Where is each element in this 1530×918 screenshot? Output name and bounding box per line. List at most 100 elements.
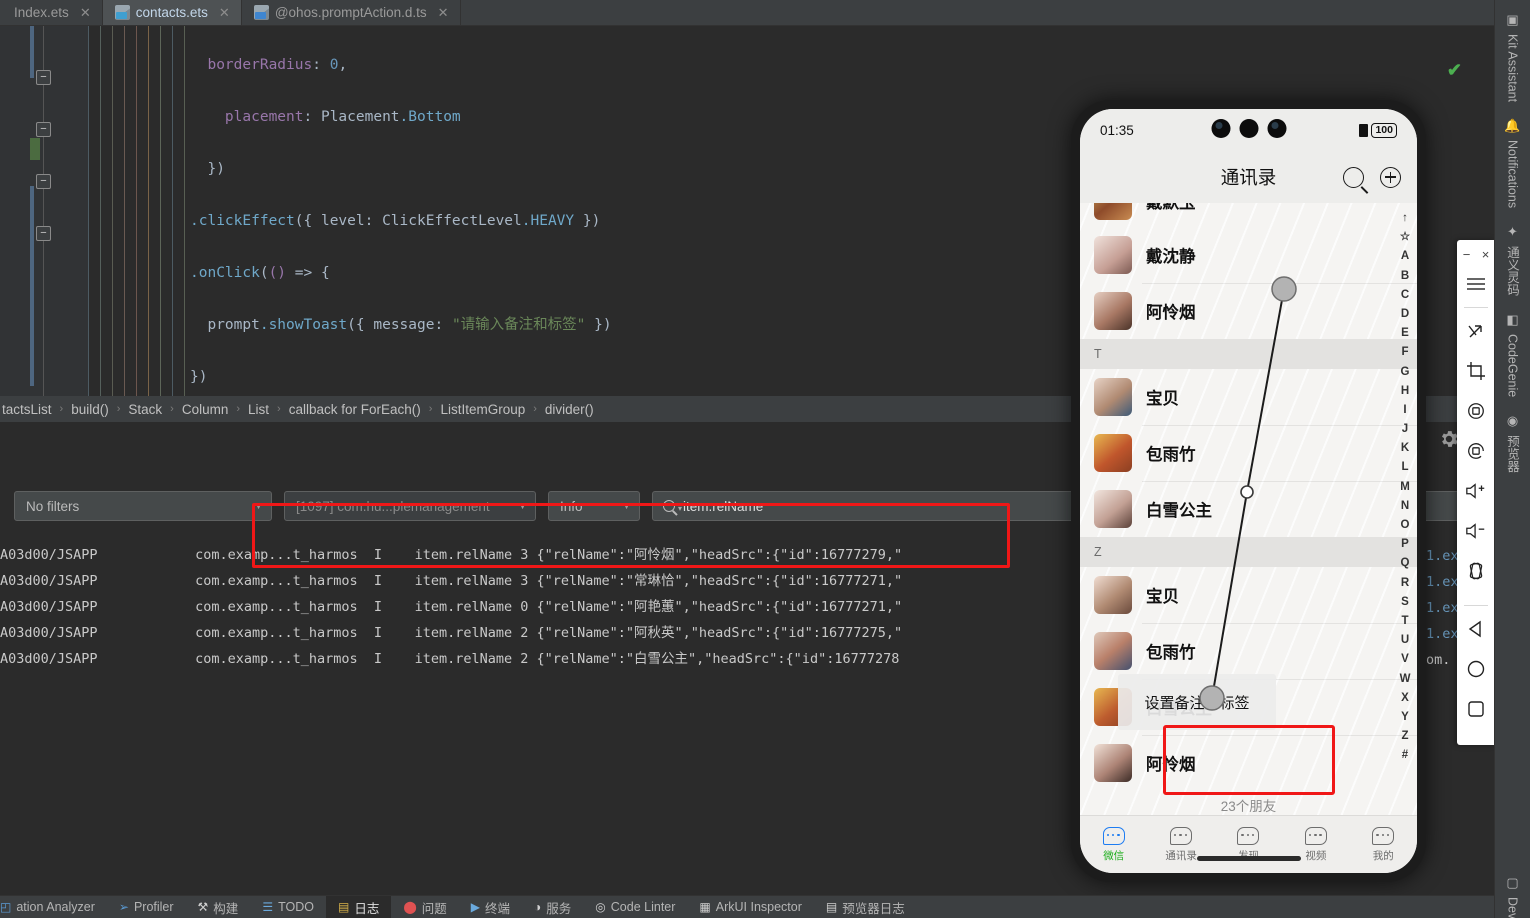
breadcrumb-item[interactable]: callback for ForEach() bbox=[287, 402, 423, 417]
inspector-pointer-icon[interactable] bbox=[1461, 311, 1491, 351]
fold-toggle-icon[interactable]: − bbox=[36, 226, 51, 241]
close-icon[interactable]: ✕ bbox=[436, 5, 451, 20]
bottom-tab-code-linter[interactable]: ◎ Code Linter bbox=[583, 896, 687, 918]
alpha-item[interactable]: P bbox=[1401, 535, 1409, 554]
alpha-item[interactable]: K bbox=[1401, 439, 1409, 458]
alpha-item[interactable]: Z bbox=[1401, 727, 1408, 746]
alpha-item[interactable]: A bbox=[1401, 247, 1409, 266]
bottom-tab-analyzer[interactable]: ◰ ation Analyzer bbox=[0, 896, 107, 918]
alpha-item[interactable]: V bbox=[1401, 650, 1409, 669]
alpha-item[interactable]: G bbox=[1401, 363, 1410, 382]
close-button[interactable]: × bbox=[1482, 247, 1490, 262]
filters-label: No filters bbox=[26, 498, 80, 514]
tab-promptaction-dts[interactable]: @ohos.promptAction.d.ts ✕ bbox=[241, 0, 461, 25]
fold-toggle-icon[interactable]: − bbox=[36, 174, 51, 189]
list-item[interactable]: 戴默玉 bbox=[1080, 203, 1417, 227]
bottom-tab-build[interactable]: ⚒ 构建 bbox=[186, 896, 251, 918]
menu-icon[interactable] bbox=[1461, 264, 1491, 304]
phone-bottom-nav[interactable]: 微信 通讯录 发现 视频 我的 bbox=[1080, 815, 1417, 873]
bottom-tab-log[interactable]: ▤ 日志 bbox=[325, 896, 392, 918]
breadcrumb-item[interactable]: divider() bbox=[543, 402, 596, 417]
list-item[interactable]: 阿怜烟 bbox=[1080, 283, 1417, 339]
alpha-item[interactable]: Y bbox=[1401, 708, 1409, 727]
alpha-item[interactable]: T bbox=[1401, 612, 1408, 631]
alpha-item[interactable]: S bbox=[1401, 593, 1409, 612]
nav-back-icon[interactable] bbox=[1461, 609, 1491, 649]
tab-index-ets[interactable]: Index.ets ✕ bbox=[0, 0, 103, 25]
alpha-item[interactable]: D bbox=[1401, 305, 1409, 324]
bottom-tab-profiler[interactable]: ➢ Profiler bbox=[107, 896, 186, 918]
nav-recent-icon[interactable] bbox=[1461, 689, 1491, 729]
alpha-item[interactable]: F bbox=[1401, 343, 1408, 362]
list-item[interactable]: 戴沈静 bbox=[1080, 227, 1417, 283]
shake-icon[interactable] bbox=[1461, 551, 1491, 591]
bottom-tab-label: 日志 bbox=[354, 901, 380, 916]
breadcrumb-item[interactable]: ListItemGroup bbox=[438, 402, 527, 417]
breadcrumb-item[interactable]: tactsList bbox=[0, 402, 54, 417]
alpha-item[interactable]: L bbox=[1401, 458, 1408, 477]
tool-button-notifications[interactable]: 🔔 Notifications bbox=[1504, 110, 1520, 216]
alpha-item[interactable]: U bbox=[1401, 631, 1409, 650]
bottom-tab-arkui-inspector[interactable]: ▦ ArkUI Inspector bbox=[687, 896, 813, 918]
bottom-tab-todo[interactable]: ☰ TODO bbox=[250, 896, 326, 918]
alpha-item[interactable]: W bbox=[1400, 670, 1411, 689]
tab-contacts-ets[interactable]: contacts.ets ✕ bbox=[102, 0, 242, 25]
list-item[interactable]: 白雪公主 bbox=[1080, 481, 1417, 537]
bottom-tab-terminal[interactable]: ▶ 终端 bbox=[459, 896, 522, 918]
chat-bubble-icon bbox=[1170, 826, 1193, 845]
list-item[interactable]: 宝贝 bbox=[1080, 567, 1417, 623]
tool-button-tongyi[interactable]: ✦ 通义灵码 bbox=[1503, 216, 1522, 304]
alpha-item[interactable]: ↑ bbox=[1402, 209, 1408, 228]
breadcrumb-item[interactable]: List bbox=[246, 402, 271, 417]
nav-tab-wechat[interactable]: 微信 bbox=[1084, 826, 1144, 863]
alpha-item[interactable]: O bbox=[1401, 516, 1410, 535]
volume-down-icon[interactable] bbox=[1461, 511, 1491, 551]
alpha-item[interactable]: B bbox=[1401, 267, 1409, 286]
alpha-item[interactable]: J bbox=[1402, 420, 1408, 439]
rotate-cw-icon[interactable] bbox=[1461, 391, 1491, 431]
codegenie-icon: ◧ bbox=[1506, 312, 1519, 328]
nav-tab-me[interactable]: 我的 bbox=[1353, 826, 1413, 863]
bottom-tab-previewer-log[interactable]: ▤ 预览器日志 bbox=[814, 896, 917, 918]
tool-button-kit-assistant[interactable]: ▣ Kit Assistant bbox=[1506, 4, 1520, 110]
previewer-toolbar[interactable]: − × bbox=[1457, 240, 1495, 745]
minimize-button[interactable]: − bbox=[1463, 247, 1471, 262]
fold-toggle-icon[interactable]: − bbox=[36, 122, 51, 137]
tool-button-codegenie[interactable]: ◧ CodeGenie bbox=[1506, 304, 1520, 405]
alpha-item[interactable]: I bbox=[1403, 401, 1406, 420]
search-icon[interactable] bbox=[1343, 166, 1364, 188]
close-icon[interactable]: ✕ bbox=[78, 5, 93, 20]
crop-icon[interactable] bbox=[1461, 351, 1491, 391]
alpha-item[interactable]: M bbox=[1400, 478, 1410, 497]
alpha-item[interactable]: R bbox=[1401, 574, 1409, 593]
close-icon[interactable]: ✕ bbox=[217, 5, 232, 20]
alpha-item[interactable]: N bbox=[1401, 497, 1409, 516]
breadcrumb-item[interactable]: Stack bbox=[126, 402, 164, 417]
rotate-ccw-icon[interactable] bbox=[1461, 431, 1491, 471]
nav-home-icon[interactable] bbox=[1461, 649, 1491, 689]
fold-toggle-icon[interactable]: − bbox=[36, 70, 51, 85]
alphabet-index[interactable]: ↑ ☆ A B C D E F G H I J K L M N O P Q R … bbox=[1395, 209, 1415, 765]
list-item[interactable]: 包雨竹 bbox=[1080, 623, 1417, 679]
tool-button-previewer[interactable]: ◉ 预览器 bbox=[1503, 405, 1522, 481]
status-time: 01:35 bbox=[1100, 122, 1134, 138]
list-item[interactable]: 包雨竹 bbox=[1080, 425, 1417, 481]
alpha-item[interactable]: E bbox=[1401, 324, 1409, 343]
list-item[interactable]: 宝贝 bbox=[1080, 369, 1417, 425]
alpha-item[interactable]: X bbox=[1401, 689, 1409, 708]
breadcrumb-item[interactable]: build() bbox=[69, 402, 111, 417]
bottom-tab-services[interactable]: ◑ 服务 bbox=[522, 896, 583, 918]
alpha-item[interactable]: # bbox=[1402, 746, 1408, 765]
alpha-item[interactable]: H bbox=[1401, 382, 1409, 401]
tab-bar-spacer bbox=[461, 0, 1500, 25]
bottom-tab-problems[interactable]: ⬤ 问题 bbox=[391, 896, 458, 918]
alpha-item[interactable]: ☆ bbox=[1400, 228, 1410, 247]
filters-dropdown[interactable]: No filters ▼ bbox=[14, 491, 272, 521]
log-package: com.examp...t_harmos bbox=[195, 651, 358, 667]
alpha-item[interactable]: Q bbox=[1401, 554, 1410, 573]
volume-up-icon[interactable] bbox=[1461, 471, 1491, 511]
alpha-item[interactable]: C bbox=[1401, 286, 1409, 305]
tool-button-device-file-browser[interactable]: ▢ Device File Browser bbox=[1506, 867, 1520, 918]
breadcrumb-item[interactable]: Column bbox=[180, 402, 231, 417]
plus-circle-icon[interactable] bbox=[1380, 166, 1401, 188]
